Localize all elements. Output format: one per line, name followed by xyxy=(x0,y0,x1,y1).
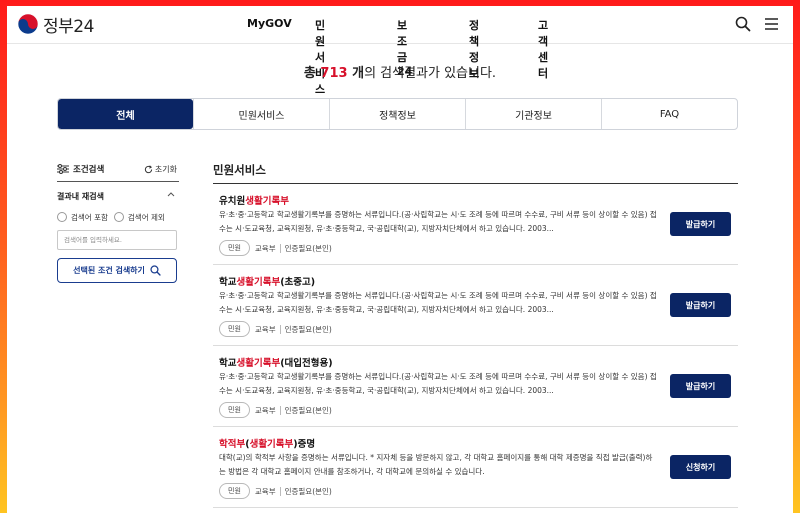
tab-agency-info[interactable]: 기관정보 xyxy=(465,99,601,129)
results-list: 민원서비스 유치원생활기록부 유·초·중·고등학교 학교생활기록부를 증명하는 … xyxy=(213,156,738,508)
radio-exclude-label: 검색어 제외 xyxy=(127,212,165,222)
title-highlight: 생활기록부 xyxy=(236,358,281,369)
category-tag: 민원 xyxy=(219,483,250,499)
tab-all[interactable]: 전체 xyxy=(58,99,193,129)
chevron-up-icon xyxy=(167,192,175,197)
tab-civil-service[interactable]: 민원서비스 xyxy=(193,99,329,129)
item-description: 유·초·중·고등학교 학교생활기록부를 증명하는 서류입니다.(공·사립학교는 … xyxy=(219,210,657,233)
apply-filter-label: 선택된 조건 검색하기 xyxy=(73,266,145,275)
title-text: 학교 xyxy=(219,277,237,288)
reset-label: 초기화 xyxy=(154,165,177,174)
nav-civil-service[interactable]: 민원서비스 xyxy=(315,17,325,97)
list-item: 유치원생활기록부 유·초·중·고등학교 학교생활기록부를 증명하는 서류입니다.… xyxy=(213,184,738,265)
keyword-input[interactable] xyxy=(57,230,177,250)
radio-include-label: 검색어 포함 xyxy=(71,212,108,222)
refine-options: 검색어 포함 검색어 제외 xyxy=(57,207,179,227)
divider xyxy=(279,405,281,415)
category-tag: 민원 xyxy=(219,402,250,418)
hamburger-menu-icon[interactable] xyxy=(764,17,779,31)
item-tags: 민원 교육부 인증필요(본인) xyxy=(219,321,332,337)
auth-label: 인증필요(본인) xyxy=(284,243,332,253)
title-highlight: 학적부 xyxy=(219,439,246,450)
issue-button[interactable]: 발급하기 xyxy=(670,212,731,236)
reset-button[interactable]: 초기화 xyxy=(144,164,177,175)
title-highlight: 생활기록부 xyxy=(249,439,294,450)
title-text: (대입전형용) xyxy=(280,358,333,369)
refine-search-header[interactable]: 결과내 재검색 xyxy=(57,185,179,207)
site-header: 정부24 MyGOV 민원서비스 보조금24 정책정보 고객센터 xyxy=(7,6,793,96)
org-label: 교육부 xyxy=(254,243,276,253)
divider xyxy=(279,324,281,334)
title-highlight: 생활기록부 xyxy=(236,277,281,288)
filter-sidebar: 조건검색 초기화 결과내 재검색 검색어 포함 검색어 제외 선택된 조건 검색… xyxy=(57,156,179,283)
apply-button[interactable]: 신청하기 xyxy=(670,455,731,479)
page-frame: 정부24 MyGOV 민원서비스 보조금24 정책정보 고객센터 총 713 개… xyxy=(7,6,793,513)
radio-include[interactable] xyxy=(57,212,67,222)
radio-exclude[interactable] xyxy=(113,212,124,222)
auth-label: 인증필요(본인) xyxy=(284,405,332,415)
filter-title: 조건검색 xyxy=(73,164,105,175)
title-text: )증명 xyxy=(293,439,316,450)
title-text: (초중고) xyxy=(280,277,316,288)
site-logo[interactable]: 정부24 xyxy=(17,12,94,37)
divider xyxy=(279,243,281,253)
result-count-headline: 총 713 개의 검색결과가 있습니다. xyxy=(7,62,793,81)
item-title[interactable]: 학교생활기록부(대입전형용) xyxy=(219,355,333,369)
apply-filter-button[interactable]: 선택된 조건 검색하기 xyxy=(57,258,177,283)
auth-label: 인증필요(본인) xyxy=(284,324,332,334)
category-tabs: 전체 민원서비스 정책정보 기관정보 FAQ xyxy=(57,98,738,130)
item-description: 대학(교)의 학적부 사항을 증명하는 서류입니다. * 지자체 등을 방문하지… xyxy=(219,453,653,476)
issue-button[interactable]: 발급하기 xyxy=(670,293,731,317)
logo-text: 정부24 xyxy=(43,16,94,37)
search-icon xyxy=(150,265,161,276)
item-description: 유·초·중·고등학교 학교생활기록부를 증명하는 서류입니다.(공·사립학교는 … xyxy=(219,291,657,314)
filter-sliders-icon xyxy=(57,163,69,174)
section-title: 민원서비스 xyxy=(213,156,738,184)
item-tags: 민원 교육부 인증필요(본인) xyxy=(219,240,332,256)
title-text: 유치원 xyxy=(219,196,246,207)
title-highlight: 생활기록부 xyxy=(245,196,289,207)
category-tag: 민원 xyxy=(219,321,250,337)
org-label: 교육부 xyxy=(254,486,276,496)
list-item: 학적부(생활기록부)증명 대학(교)의 학적부 사항을 증명하는 서류입니다. … xyxy=(213,427,738,508)
headline-unit: 개 xyxy=(347,66,365,81)
search-icon[interactable] xyxy=(735,16,751,32)
title-text: 학교 xyxy=(219,358,237,369)
issue-button[interactable]: 발급하기 xyxy=(670,374,731,398)
filter-header: 조건검색 초기화 xyxy=(57,156,179,182)
item-description: 유·초·중·고등학교 학교생활기록부를 증명하는 서류입니다.(공·사립학교는 … xyxy=(219,372,657,395)
org-label: 교육부 xyxy=(254,405,276,415)
item-tags: 민원 교육부 인증필요(본인) xyxy=(219,402,332,418)
divider xyxy=(279,486,281,496)
taegeuk-logo-icon xyxy=(17,13,39,35)
list-item: 학교생활기록부(대입전형용) 유·초·중·고등학교 학교생활기록부를 증명하는 … xyxy=(213,346,738,427)
item-tags: 민원 교육부 인증필요(본인) xyxy=(219,483,332,499)
result-count: 713 xyxy=(320,66,348,81)
item-title[interactable]: 학교생활기록부(초중고) xyxy=(219,274,315,288)
tab-faq[interactable]: FAQ xyxy=(601,99,737,129)
nav-mygov[interactable]: MyGOV xyxy=(247,17,292,30)
item-title[interactable]: 학적부(생활기록부)증명 xyxy=(219,436,315,450)
org-label: 교육부 xyxy=(254,324,276,334)
tab-policy-info[interactable]: 정책정보 xyxy=(329,99,465,129)
list-item: 학교생활기록부(초중고) 유·초·중·고등학교 학교생활기록부를 증명하는 서류… xyxy=(213,265,738,346)
refresh-icon xyxy=(144,165,153,174)
item-title[interactable]: 유치원생활기록부 xyxy=(219,193,289,207)
headline-prefix: 총 xyxy=(303,66,321,81)
refine-search-title: 결과내 재검색 xyxy=(57,191,104,201)
category-tag: 민원 xyxy=(219,240,250,256)
headline-suffix: 의 검색결과가 있습니다. xyxy=(364,66,497,81)
auth-label: 인증필요(본인) xyxy=(284,486,332,496)
